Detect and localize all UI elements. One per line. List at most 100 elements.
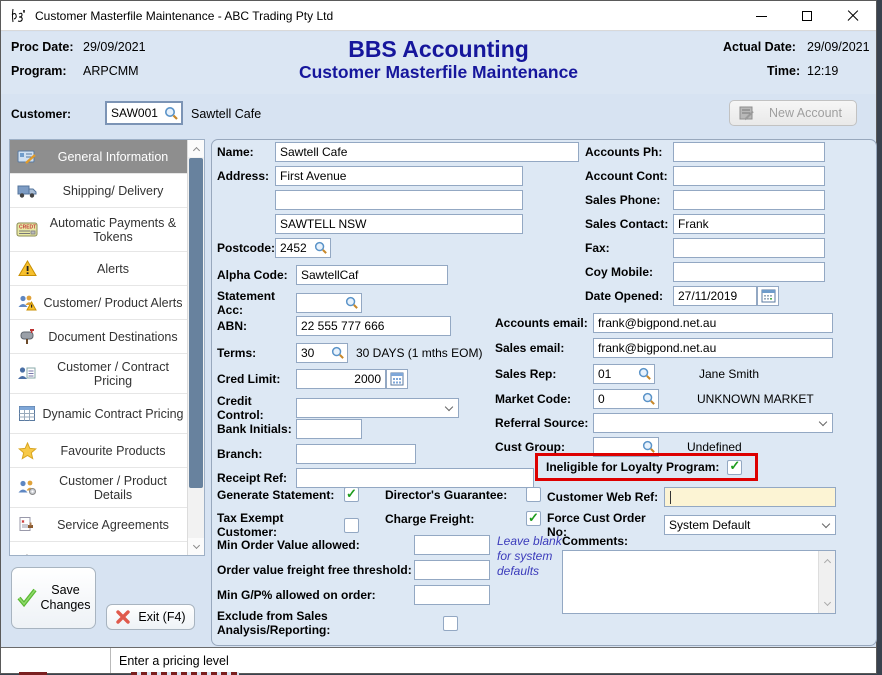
alpha-code-label: Alpha Code:	[217, 268, 296, 282]
sidebar-item-customer-product-details[interactable]: Customer / Product Details	[10, 468, 188, 508]
postcode-lookup-field[interactable]: 2452	[275, 238, 331, 258]
scroll-down-icon[interactable]	[819, 595, 835, 611]
address-line3-input[interactable]	[275, 214, 523, 234]
sidebar-scrollbar[interactable]	[187, 140, 204, 555]
scroll-up-icon[interactable]	[819, 553, 835, 569]
search-icon[interactable]	[164, 106, 179, 121]
system-defaults-note: Leave blank for system defaults	[497, 534, 565, 579]
name-label: Name:	[217, 145, 275, 159]
app-logo-icon	[10, 7, 27, 24]
generate-statement-checkbox[interactable]	[344, 487, 359, 502]
sidebar-item-label: Service Agreements	[40, 516, 188, 534]
customer-code-field[interactable]: SAW001	[105, 101, 183, 125]
accounts-email-input[interactable]	[593, 313, 833, 333]
close-button[interactable]	[830, 1, 876, 31]
id-card-icon	[14, 148, 40, 166]
credit-control-dropdown[interactable]	[296, 398, 459, 418]
date-opened-input[interactable]	[673, 286, 757, 306]
coy-mobile-input[interactable]	[673, 262, 825, 282]
sidebar-item-service-agreements[interactable]: Service Agreements	[10, 508, 188, 542]
customer-code-value: SAW001	[111, 106, 164, 120]
save-changes-button[interactable]: Save Changes	[11, 567, 96, 629]
address-line1-input[interactable]	[275, 166, 523, 186]
sales-rep-lookup-field[interactable]: 01	[593, 364, 655, 384]
sidebar-item-customer-product-alerts[interactable]: Customer/ Product Alerts	[10, 286, 188, 320]
minimize-button[interactable]	[738, 1, 784, 31]
field-terms: Terms: 30 30 DAYS (1 mths EOM)	[217, 343, 482, 363]
scroll-down-icon[interactable]	[188, 538, 205, 555]
calendar-button[interactable]	[757, 286, 779, 306]
market-code-lookup-field[interactable]: 0	[593, 389, 659, 409]
scroll-up-icon[interactable]	[188, 140, 205, 157]
terms-label: Terms:	[217, 346, 296, 360]
sales-phone-input[interactable]	[673, 190, 825, 210]
min-gp-input[interactable]	[414, 585, 490, 605]
sidebar-item-customer-contract-pricing[interactable]: Customer / Contract Pricing	[10, 354, 188, 394]
search-icon[interactable]	[642, 440, 656, 454]
exit-button[interactable]: Exit (F4)	[106, 604, 195, 630]
sidebar-item-label: Dynamic Contract Pricing	[40, 405, 188, 423]
sidebar-item-label: Customer/ Product Alerts	[40, 294, 188, 312]
sales-email-input[interactable]	[593, 338, 833, 358]
bank-initials-input[interactable]	[296, 419, 362, 439]
chevron-down-icon	[445, 403, 453, 411]
min-gp-label: Min G/P% allowed on order:	[217, 588, 414, 602]
directors-guarantee-checkbox[interactable]	[526, 487, 541, 502]
new-account-button[interactable]: New Account	[729, 100, 857, 126]
window-title: Customer Masterfile Maintenance - ABC Tr…	[35, 9, 333, 23]
freight-free-threshold-input[interactable]	[414, 560, 490, 580]
loyalty-checkbox[interactable]	[727, 460, 742, 475]
account-cont-input[interactable]	[673, 166, 825, 186]
receipt-ref-label: Receipt Ref:	[217, 471, 296, 485]
terms-lookup-field[interactable]: 30	[296, 343, 348, 363]
sidebar-item-document-destinations[interactable]: Document Destinations	[10, 320, 188, 354]
star-icon	[14, 442, 40, 460]
field-address3	[217, 214, 523, 234]
search-icon[interactable]	[314, 241, 328, 255]
calculator-button[interactable]	[386, 369, 408, 389]
field-branch: Branch:	[217, 444, 416, 464]
sidebar-item-label: Customer / Contract Pricing	[40, 358, 188, 390]
sidebar-item-custom-fields-attributes[interactable]: Custom Fields / Attributes	[10, 542, 188, 556]
header-band: Proc Date: 29/09/2021 Program: ARPCMM BB…	[1, 32, 876, 94]
maximize-button[interactable]	[784, 1, 830, 31]
coy-mobile-label: Coy Mobile:	[585, 265, 673, 279]
sales-contact-input[interactable]	[673, 214, 825, 234]
text-cursor	[670, 491, 671, 504]
sidebar-item-shipping-delivery[interactable]: Shipping/ Delivery	[10, 174, 188, 208]
scrollbar-thumb[interactable]	[189, 158, 203, 488]
field-sales-contact: Sales Contact:	[585, 214, 825, 234]
sidebar-item-automatic-payments[interactable]: CREDT Automatic Payments & Tokens	[10, 208, 188, 252]
receipt-ref-input[interactable]	[296, 468, 534, 488]
name-input[interactable]	[275, 142, 579, 162]
force-cust-order-dropdown[interactable]: System Default	[664, 515, 836, 535]
comments-scrollbar[interactable]	[818, 551, 835, 613]
search-icon[interactable]	[345, 296, 359, 310]
sidebar-item-general-information[interactable]: General Information	[10, 140, 188, 174]
field-cred-limit: Cred Limit:	[217, 369, 408, 389]
accounts-ph-label: Accounts Ph:	[585, 145, 673, 159]
accounts-ph-input[interactable]	[673, 142, 825, 162]
cred-limit-input[interactable]	[296, 369, 386, 389]
charge-freight-checkbox[interactable]	[526, 511, 541, 526]
address-line2-input[interactable]	[275, 190, 523, 210]
statement-acc-lookup-field[interactable]	[296, 293, 362, 313]
customer-web-ref-input[interactable]	[664, 487, 836, 507]
branch-input[interactable]	[296, 444, 416, 464]
field-referral-source: Referral Source:	[495, 413, 833, 433]
search-icon[interactable]	[642, 392, 656, 406]
search-icon[interactable]	[638, 367, 652, 381]
exclude-sales-analysis-checkbox[interactable]	[443, 616, 458, 631]
sidebar-item-label: Document Destinations	[40, 328, 188, 346]
alpha-code-input[interactable]	[296, 265, 448, 285]
search-icon[interactable]	[331, 346, 345, 360]
sidebar-item-dynamic-contract-pricing[interactable]: Dynamic Contract Pricing	[10, 394, 188, 434]
referral-source-dropdown[interactable]	[593, 413, 833, 433]
tax-exempt-checkbox[interactable]	[344, 518, 359, 533]
abn-input[interactable]	[296, 316, 451, 336]
fax-input[interactable]	[673, 238, 825, 258]
sidebar-item-alerts[interactable]: Alerts	[10, 252, 188, 286]
comments-textarea[interactable]	[562, 550, 836, 614]
min-order-value-input[interactable]	[414, 535, 490, 555]
sidebar-item-favourite-products[interactable]: Favourite Products	[10, 434, 188, 468]
